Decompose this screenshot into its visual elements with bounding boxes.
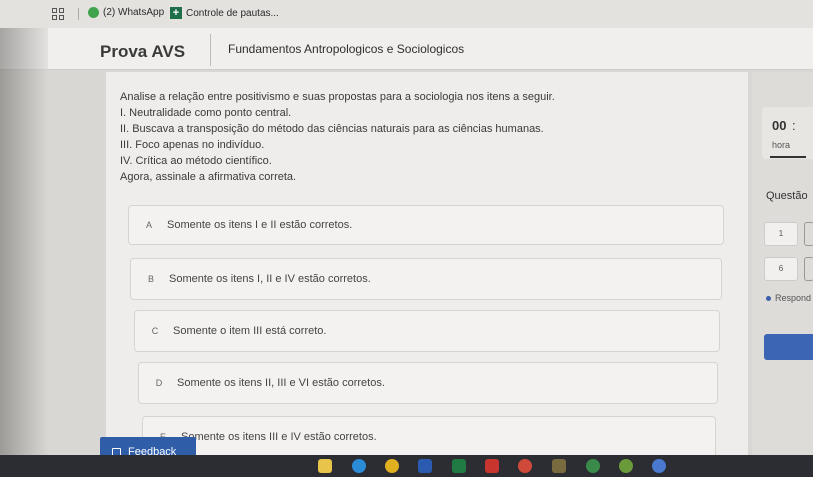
option-text: Somente os itens III e IV estão corretos…	[181, 431, 377, 443]
question-line: III. Foco apenas no indivíduo.	[120, 139, 265, 151]
option-text: Somente o item III está correto.	[173, 325, 327, 337]
chrome-icon[interactable]	[586, 459, 600, 473]
excel-icon[interactable]	[452, 459, 466, 473]
whatsapp-icon	[88, 7, 99, 18]
question-line: IV. Crítica ao método científico.	[120, 155, 272, 167]
bookmark-whatsapp[interactable]: (2) WhatsApp	[88, 7, 164, 18]
left-shadow	[0, 28, 48, 477]
option-text: Somente os itens I, II e IV estão corret…	[169, 273, 371, 285]
respond-label: Respond	[775, 293, 812, 303]
question-text: Analise a relação entre positivismo e su…	[120, 89, 680, 185]
question-nav-next[interactable]	[804, 257, 813, 281]
responded-legend: Respond	[766, 293, 811, 303]
question-line: II. Buscava a transposição do método das…	[120, 123, 544, 135]
pdf-icon[interactable]	[485, 459, 499, 473]
questao-label: Questão	[766, 190, 808, 202]
question-nav-1[interactable]: 1	[764, 222, 798, 246]
timer-colon: :	[792, 118, 796, 133]
option-e[interactable]: E Somente os itens III e IV estão corret…	[142, 416, 716, 458]
option-letter: D	[155, 378, 163, 388]
option-text: Somente os itens II, III e VI estão corr…	[177, 377, 385, 389]
screen: (2) WhatsApp + Controle de pautas... Pro…	[0, 0, 813, 477]
option-d[interactable]: D Somente os itens II, III e VI estão co…	[138, 362, 718, 404]
side-panel: 00 : hora Questão 1 6 Respond	[752, 72, 813, 477]
option-text: Somente os itens I e II estão corretos.	[167, 219, 353, 231]
question-line: Agora, assinale a afirmativa correta.	[120, 171, 297, 183]
question-nav-next[interactable]	[804, 222, 813, 246]
timer-hours: 00	[772, 118, 787, 133]
chrome-icon[interactable]	[652, 459, 666, 473]
question-line: I. Neutralidade como ponto central.	[120, 107, 292, 119]
bookmark-controle-pautas[interactable]: + Controle de pautas...	[170, 7, 279, 19]
question-card: Analise a relação entre positivismo e su…	[106, 72, 748, 477]
page-header: Prova AVS Fundamentos Antropologicos e S…	[0, 28, 813, 70]
chrome-icon[interactable]	[385, 459, 399, 473]
timer-underline	[770, 156, 806, 158]
header-separator	[210, 34, 211, 66]
timer-label: hora	[772, 140, 791, 150]
page-title: Prova AVS	[100, 42, 186, 61]
word-icon[interactable]	[418, 459, 432, 473]
apps-grid-icon[interactable]	[52, 8, 64, 20]
option-c[interactable]: C Somente o item III está correto.	[134, 310, 720, 352]
app-icon[interactable]	[518, 459, 532, 473]
timer-box	[762, 107, 813, 159]
option-letter: A	[145, 220, 152, 230]
question-line: Analise a relação entre positivismo e su…	[120, 91, 555, 103]
bookmarks-separator	[78, 8, 79, 20]
option-letter: C	[151, 326, 159, 336]
legend-dot	[766, 295, 771, 301]
option-b[interactable]: B Somente os itens I, II e IV estão corr…	[130, 258, 722, 300]
file-explorer-icon[interactable]	[318, 459, 332, 473]
finish-button[interactable]	[764, 334, 813, 360]
question-nav-6[interactable]: 6	[764, 257, 798, 281]
course-title: Fundamentos Antropologicos e Sociologico…	[228, 42, 465, 56]
taskbar	[0, 455, 813, 477]
chrome-icon[interactable]	[619, 459, 633, 473]
edge-icon[interactable]	[352, 459, 366, 473]
option-a[interactable]: A Somente os itens I e II estão corretos…	[128, 205, 724, 245]
bookmarks-bar: (2) WhatsApp + Controle de pautas...	[0, 0, 813, 28]
plus-icon: +	[170, 7, 182, 19]
app-icon[interactable]	[552, 459, 566, 473]
bookmark-whatsapp-label: (2) WhatsApp	[103, 7, 165, 18]
option-letter: B	[147, 274, 154, 284]
bookmark-controle-label: Controle de pautas...	[186, 7, 279, 19]
